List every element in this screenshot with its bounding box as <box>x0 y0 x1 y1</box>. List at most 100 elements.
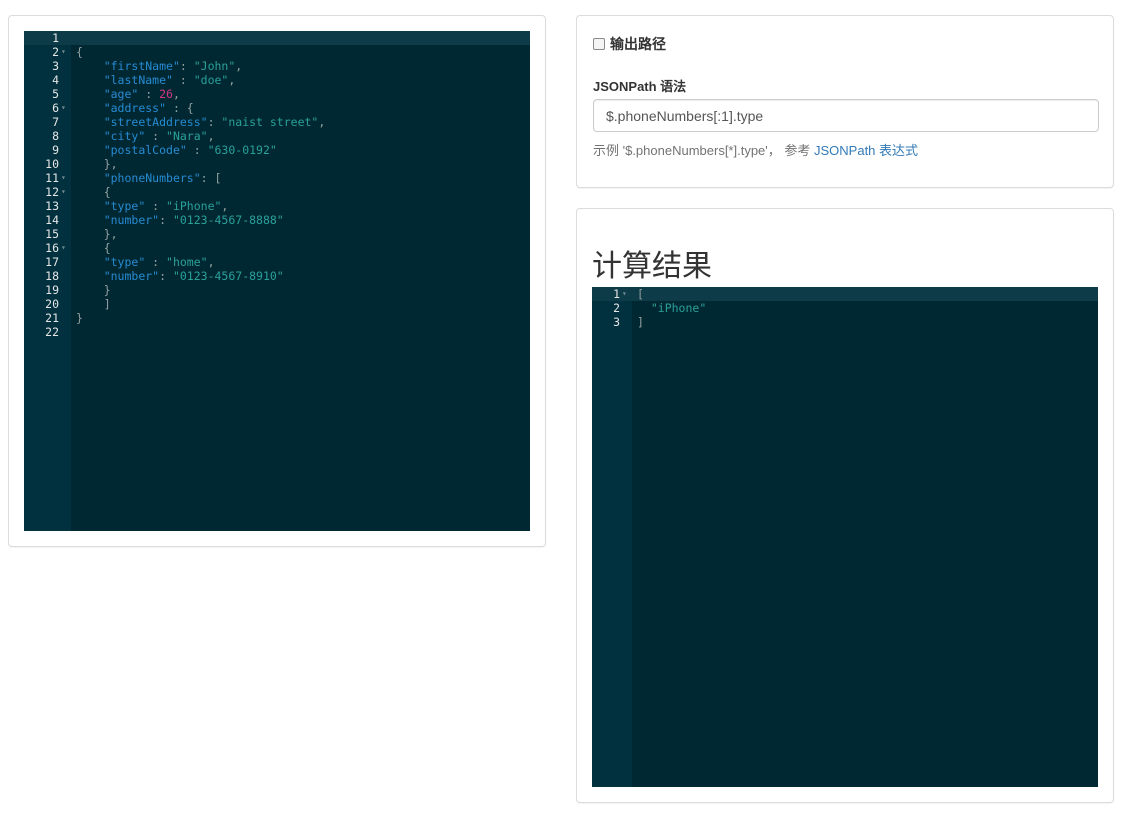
code-line[interactable]: 11 ▾ "phoneNumbers": [ <box>24 171 530 185</box>
code-token: : [ <box>200 171 222 185</box>
line-number: 6 <box>52 101 59 115</box>
code-line[interactable]: 4 "lastName" : "doe", <box>24 73 530 87</box>
jsonpath-input[interactable] <box>593 99 1099 132</box>
json-input-editor[interactable]: 1 2 ▾{3 "firstName": "John", 4 "lastName" :… <box>24 31 530 531</box>
code-token: : <box>159 269 173 283</box>
fold-toggle-icon[interactable]: ▾ <box>61 185 66 199</box>
fold-toggle-icon[interactable]: ▾ <box>61 45 66 59</box>
code-line[interactable]: 18 "number": "0123-4567-8910" <box>24 269 530 283</box>
line-number: 5 <box>52 87 59 101</box>
code-token: , <box>172 87 180 101</box>
code-line[interactable]: 13 "type" : "iPhone", <box>24 199 530 213</box>
code-text: }, <box>76 227 118 241</box>
code-token: "lastName" <box>103 73 173 87</box>
code-token: 26 <box>159 87 173 101</box>
code-token: "postalCode" <box>103 143 187 157</box>
code-token: , <box>235 59 243 73</box>
fold-toggle-icon[interactable]: ▾ <box>61 171 66 185</box>
code-token: "0123-4567-8888" <box>172 213 284 227</box>
code-token: : { <box>166 101 194 115</box>
code-text: "address" : { <box>76 101 194 115</box>
code-token: "firstName" <box>103 59 180 73</box>
code-token: ] <box>637 315 644 329</box>
code-token: , <box>221 199 229 213</box>
code-token: , <box>228 73 236 87</box>
code-text: "firstName": "John", <box>76 59 243 73</box>
code-token: { <box>76 45 83 59</box>
code-line[interactable]: 20 ] <box>24 297 530 311</box>
code-token: "630-0192" <box>207 143 277 157</box>
code-text: } <box>76 311 83 325</box>
result-editor[interactable]: 1 ▾ [2 "iPhone" 3] <box>592 287 1098 787</box>
output-path-checkbox[interactable] <box>593 38 605 50</box>
help-example-text: 示例 '$.phoneNumbers[*].type'， 参考 <box>593 143 814 158</box>
code-line[interactable]: 10 }, <box>24 157 530 171</box>
line-number: 2 <box>52 45 59 59</box>
line-number: 18 <box>45 269 59 283</box>
code-text: { <box>76 185 111 199</box>
code-line[interactable]: 14 "number": "0123-4567-8888" <box>24 213 530 227</box>
fold-toggle-icon[interactable]: ▾ <box>61 101 66 115</box>
line-number: 12 <box>45 185 59 199</box>
line-number: 1 <box>613 287 620 301</box>
code-line[interactable]: 5 "age" : 26, <box>24 87 530 101</box>
jsonpath-reference-link[interactable]: JSONPath 表达式 <box>814 143 918 158</box>
code-line[interactable]: 19 } <box>24 283 530 297</box>
code-token: : <box>145 129 167 143</box>
code-token: : <box>145 199 167 213</box>
code-line[interactable]: 6 ▾ "address" : { <box>24 101 530 115</box>
line-number: 22 <box>45 325 59 339</box>
code-line[interactable]: 2 ▾ { <box>24 45 530 59</box>
output-path-option[interactable]: 输出路径 <box>593 34 666 54</box>
line-number: 7 <box>52 115 59 129</box>
code-line[interactable]: 2 "iPhone" <box>592 301 1098 315</box>
code-line[interactable]: 8 "city" : "Nara", <box>24 129 530 143</box>
code-text: } <box>76 283 111 297</box>
code-token: : <box>159 213 173 227</box>
code-line[interactable]: 21} <box>24 311 530 325</box>
line-number: 3 <box>52 59 59 73</box>
code-text: "age" : 26, <box>76 87 180 101</box>
code-text: { <box>76 241 111 255</box>
line-number: 3 <box>613 315 620 329</box>
code-token: : <box>172 73 194 87</box>
code-line[interactable]: 7 "streetAddress": "naist street", <box>24 115 530 129</box>
line-number: 20 <box>45 297 59 311</box>
code-token: ] <box>76 297 111 311</box>
fold-toggle-icon[interactable]: ▾ <box>622 287 627 301</box>
json-input-panel: 1 2 ▾{3 "firstName": "John", 4 "lastName" :… <box>8 15 546 547</box>
code-line[interactable]: 1 <box>24 31 530 45</box>
result-title: 计算结果 <box>592 250 712 283</box>
code-line[interactable]: 3] <box>592 315 1098 329</box>
line-number: 15 <box>45 227 59 241</box>
code-line[interactable]: 9 "postalCode" : "630-0192" <box>24 143 530 157</box>
code-token: "streetAddress" <box>103 115 208 129</box>
code-token: "type" <box>103 199 146 213</box>
code-line[interactable]: 16 ▾ { <box>24 241 530 255</box>
fold-toggle-icon[interactable]: ▾ <box>61 241 66 255</box>
code-line[interactable]: 17 "type" : "home", <box>24 255 530 269</box>
code-token: [ <box>637 287 644 301</box>
code-text: "lastName" : "doe", <box>76 73 236 87</box>
code-line[interactable]: 1 ▾ [ <box>592 287 1098 301</box>
code-token: }, <box>76 227 118 241</box>
code-line[interactable]: 12 ▾ { <box>24 185 530 199</box>
line-number: 8 <box>52 129 59 143</box>
code-text: "number": "0123-4567-8910" <box>76 269 284 283</box>
code-line[interactable]: 3 "firstName": "John", <box>24 59 530 73</box>
code-token: , <box>207 255 215 269</box>
line-number: 17 <box>45 255 59 269</box>
code-text: "streetAddress": "naist street", <box>76 115 326 129</box>
code-line[interactable]: 22 <box>24 325 530 339</box>
code-line[interactable]: 15 }, <box>24 227 530 241</box>
code-text: "number": "0123-4567-8888" <box>76 213 284 227</box>
code-text: "city" : "Nara", <box>76 129 215 143</box>
code-token: , <box>318 115 326 129</box>
